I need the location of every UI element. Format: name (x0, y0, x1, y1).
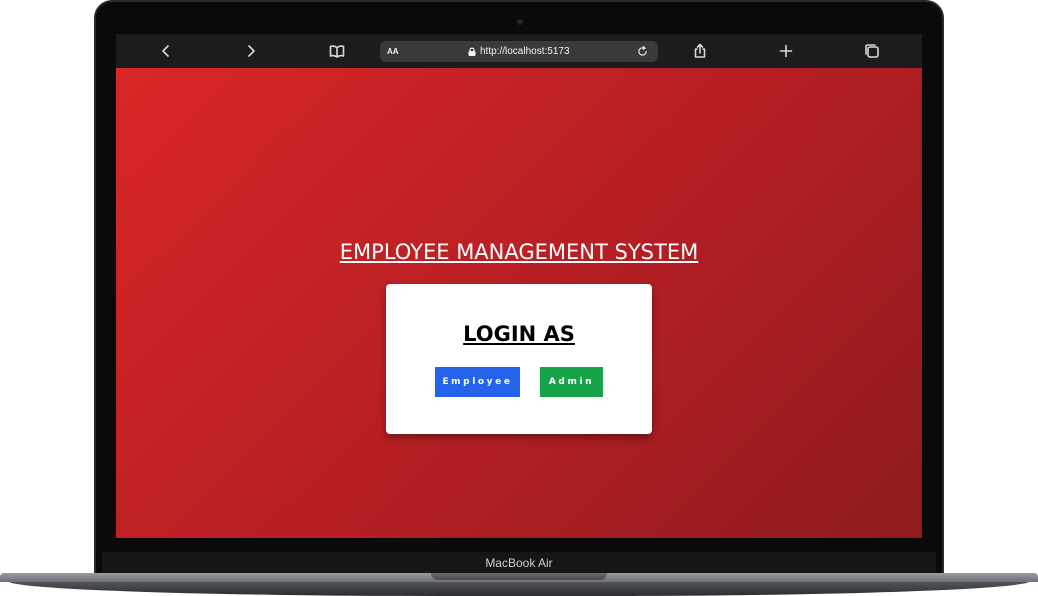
admin-login-button[interactable]: Admin (540, 367, 603, 397)
url-text: http://localhost:5173 (480, 46, 570, 57)
hinge-notch (431, 573, 607, 580)
camera (517, 19, 523, 25)
browser-toolbar: AA http://localhost:5173 (116, 34, 922, 68)
device-mockup: AA http://localhost:5173 EMPLOYEE MANAGE (0, 0, 1038, 596)
share-icon[interactable] (690, 41, 710, 61)
login-page: EMPLOYEE MANAGEMENT SYSTEM LOGIN AS Empl… (116, 68, 922, 538)
new-tab-icon[interactable] (776, 41, 796, 61)
page-title: EMPLOYEE MANAGEMENT SYSTEM (339, 240, 699, 264)
bookmarks-icon[interactable] (327, 41, 347, 61)
login-card: LOGIN AS Employee Admin (386, 284, 652, 434)
laptop-screen: AA http://localhost:5173 EMPLOYEE MANAGE (116, 34, 922, 538)
address-bar[interactable]: AA http://localhost:5173 (380, 41, 658, 62)
model-label: MacBook Air (485, 556, 553, 570)
base-bottom (8, 581, 1030, 596)
back-icon[interactable] (156, 41, 176, 61)
laptop-base (0, 573, 1038, 596)
reload-icon[interactable] (634, 44, 650, 60)
forward-icon[interactable] (241, 41, 261, 61)
login-heading: LOGIN AS (463, 322, 575, 346)
lock-icon (467, 47, 477, 57)
text-size-button[interactable]: AA (387, 47, 467, 56)
employee-login-button[interactable]: Employee (435, 367, 520, 397)
tabs-icon[interactable] (862, 41, 882, 61)
